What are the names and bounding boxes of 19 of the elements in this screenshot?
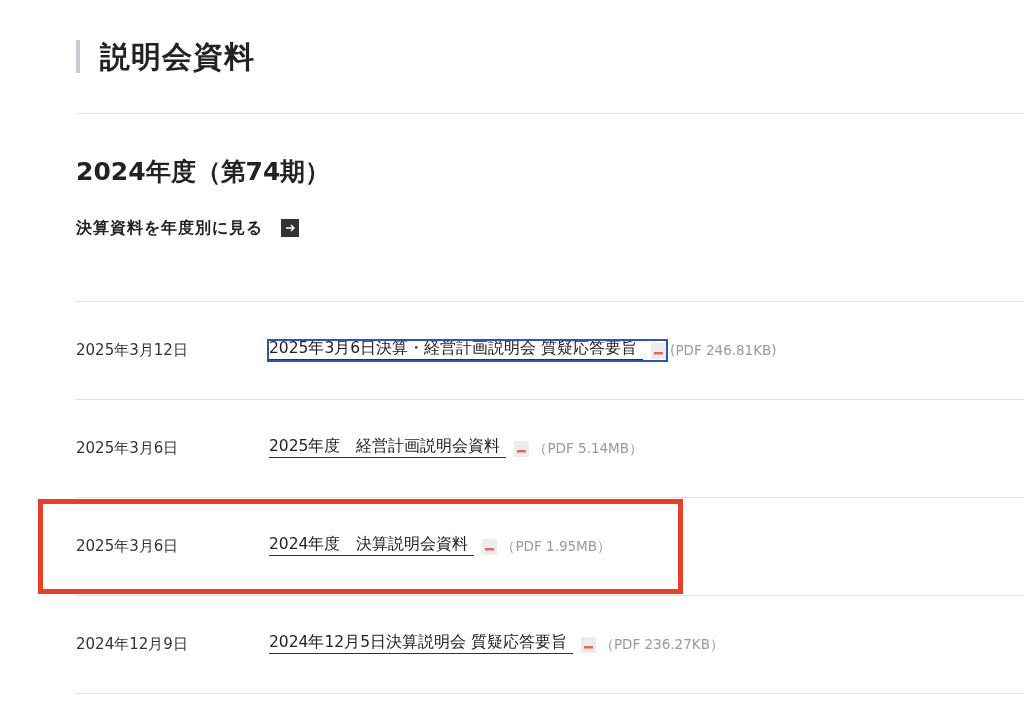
file-icon (580, 636, 596, 653)
arrow-right-icon (281, 219, 299, 237)
document-date: 2024年12月9日 (76, 637, 189, 652)
file-size: （PDF 1.95MB） (501, 539, 611, 554)
document-link[interactable]: 2024年度 決算説明会資料 (269, 537, 498, 556)
fiscal-year-heading: 2024年度（第74期） (76, 159, 331, 184)
archive-link[interactable]: 決算資料を年度別に見る (76, 219, 299, 237)
file-size: （PDF 236.27KB） (599, 637, 724, 652)
file-icon (514, 440, 530, 457)
file-icon (651, 342, 667, 359)
document-link[interactable]: 2024年12月5日決算説明会 質疑応答要旨 (269, 635, 596, 654)
file-icon (482, 538, 498, 555)
document-date: 2025年3月6日 (76, 539, 180, 554)
document-date: 2025年3月6日 (76, 441, 180, 456)
document-link[interactable]: 2025年度 経営計画説明会資料 (269, 439, 530, 458)
file-size: (PDF 246.81KB) (670, 343, 777, 358)
section-title: 説明会資料 (100, 41, 255, 72)
file-size: （PDF 5.14MB） (533, 441, 643, 456)
document-date: 2025年3月12日 (76, 343, 189, 358)
